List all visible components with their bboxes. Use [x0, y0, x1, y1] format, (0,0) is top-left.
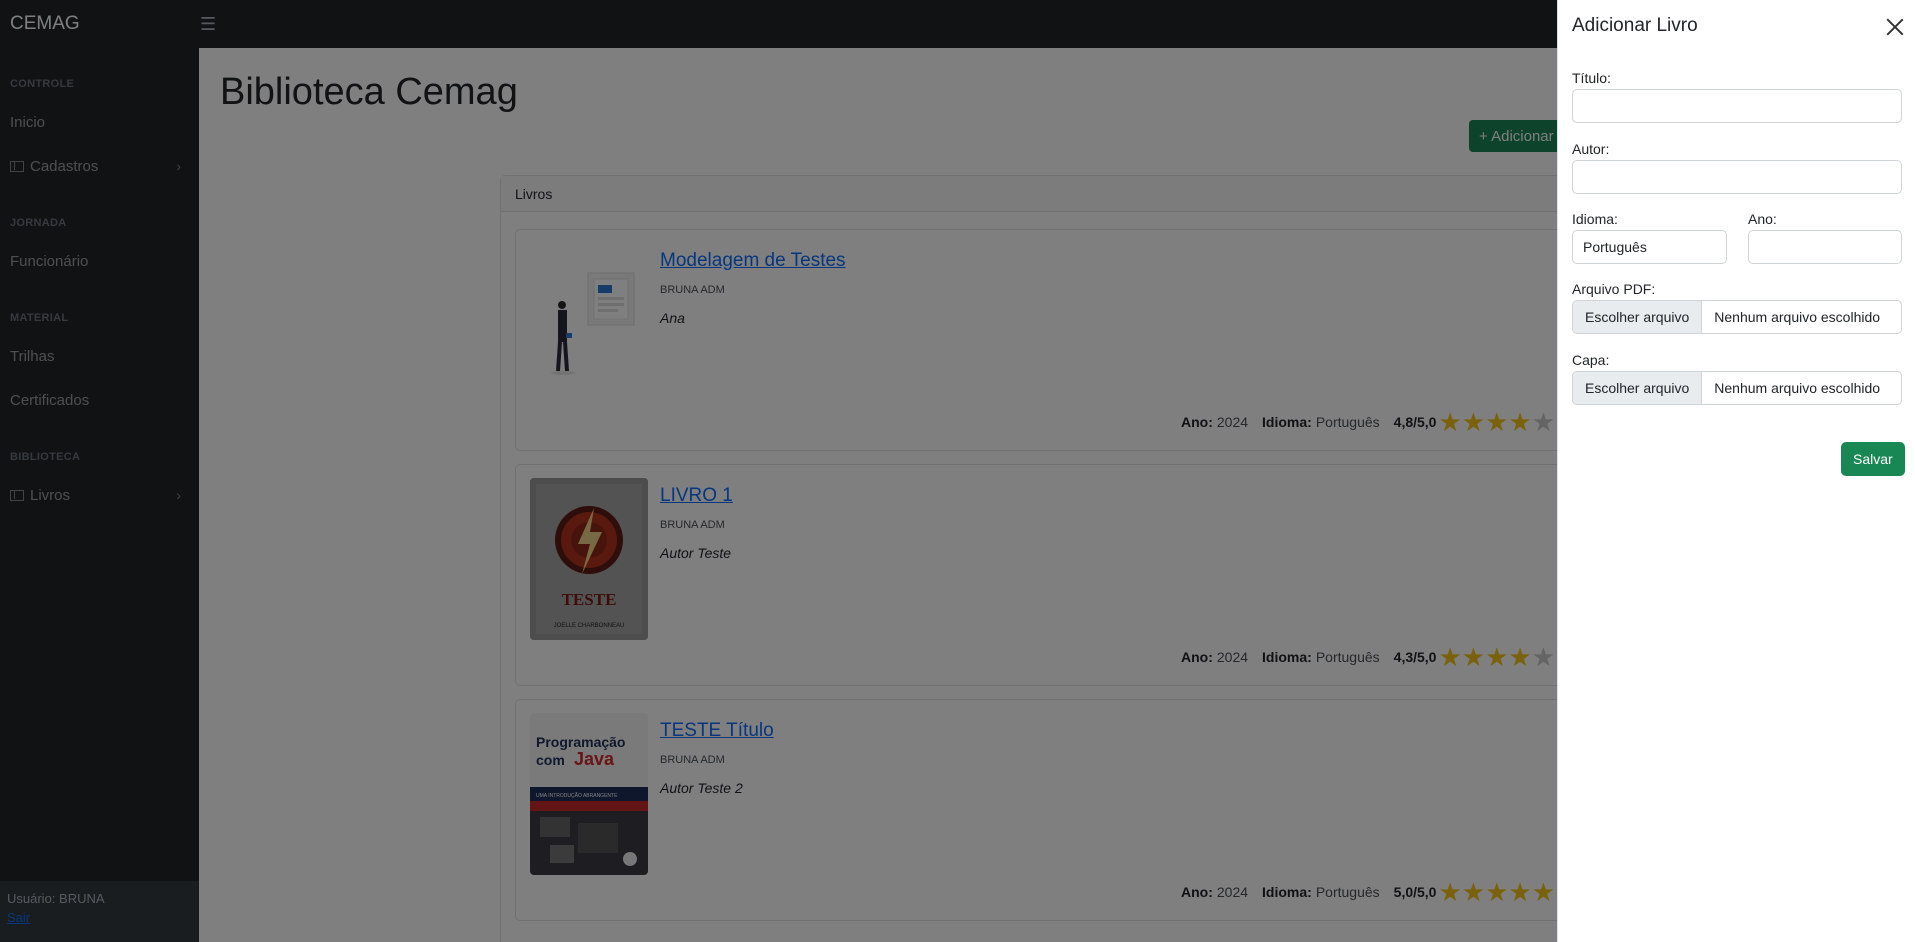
autor-label: Autor: [1572, 141, 1610, 157]
file-status: Nenhum arquivo escolhido [1714, 380, 1881, 396]
capa-file-input[interactable]: Escolher arquivo Nenhum arquivo escolhid… [1572, 371, 1902, 405]
ano-label: Ano: [1748, 211, 1777, 227]
file-status: Nenhum arquivo escolhido [1714, 309, 1881, 325]
panel-title: Adicionar Livro [1572, 15, 1698, 36]
titulo-label: Título: [1572, 70, 1611, 86]
save-button[interactable]: Salvar [1841, 442, 1905, 476]
pdf-label: Arquivo PDF: [1572, 281, 1656, 297]
offcanvas-backdrop[interactable] [0, 0, 1557, 942]
close-icon[interactable] [1885, 17, 1905, 37]
capa-label: Capa: [1572, 352, 1610, 368]
ano-input[interactable] [1748, 230, 1902, 264]
choose-file-button[interactable]: Escolher arquivo [1573, 372, 1703, 404]
autor-input[interactable] [1572, 160, 1902, 194]
add-book-panel: Adicionar Livro Título: Autor: Idioma: P… [1557, 0, 1915, 942]
titulo-input[interactable] [1572, 89, 1902, 123]
idioma-input[interactable]: Português [1572, 230, 1727, 264]
choose-file-button[interactable]: Escolher arquivo [1573, 301, 1703, 333]
idioma-label: Idioma: [1572, 211, 1618, 227]
pdf-file-input[interactable]: Escolher arquivo Nenhum arquivo escolhid… [1572, 300, 1902, 334]
